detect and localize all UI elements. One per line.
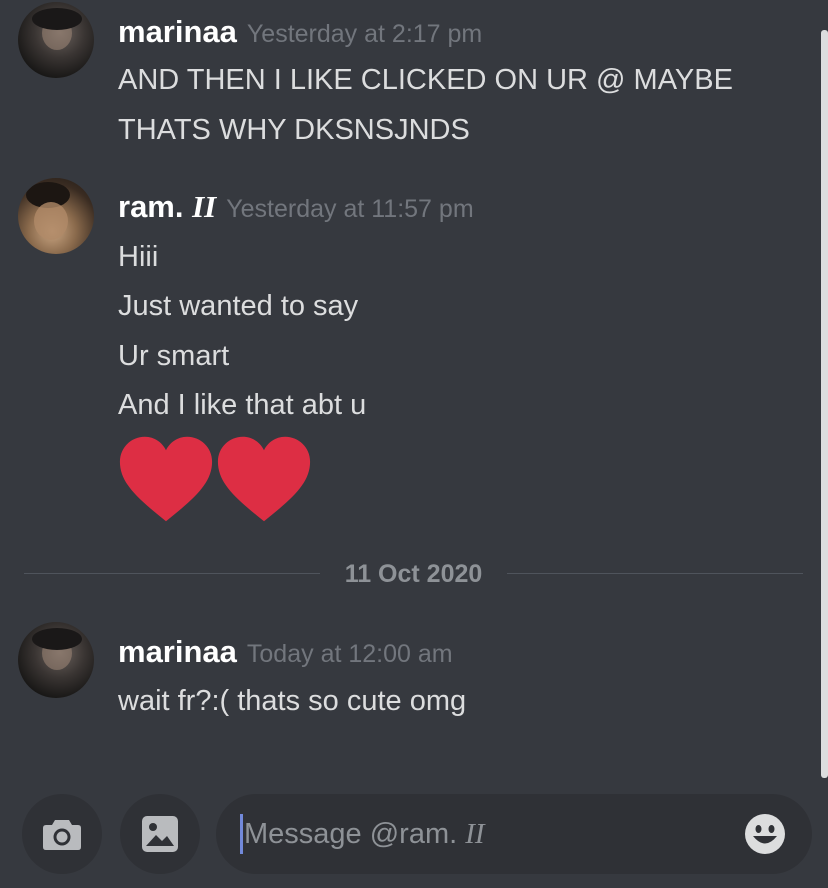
- message-timestamp: Yesterday at 2:17 pm: [246, 20, 483, 48]
- placeholder-text: Message @ram.: [244, 818, 466, 850]
- message-text: Ur smart: [118, 340, 230, 372]
- image-icon: [142, 816, 178, 852]
- image-button[interactable]: [120, 794, 200, 874]
- placeholder-tag: II: [465, 818, 485, 850]
- camera-button[interactable]: [22, 794, 102, 874]
- username-text: marinaa: [118, 14, 237, 49]
- message-placeholder: Message @ram. II: [244, 814, 485, 854]
- red-heart-emoji: [119, 436, 213, 522]
- message-input[interactable]: Message @ram. II: [216, 794, 812, 874]
- message-timestamp: Yesterday at 11:57 pm: [226, 195, 474, 223]
- username[interactable]: marinaa Today at 12:00 am: [118, 632, 453, 674]
- username-text: marinaa: [118, 634, 237, 669]
- dm-chat-window: marinaa Yesterday at 2:17 pm AND THEN I L…: [0, 0, 828, 888]
- message-text: Hiii: [118, 241, 159, 273]
- username-tag: II: [192, 189, 217, 224]
- username[interactable]: marinaa Yesterday at 2:17 pm: [118, 12, 482, 54]
- avatar[interactable]: [18, 622, 94, 698]
- camera-icon: [43, 820, 81, 850]
- red-heart-emoji: [217, 436, 311, 522]
- text-caret: [240, 814, 243, 854]
- message-text: And I like that abt u: [118, 389, 367, 421]
- avatar[interactable]: [18, 2, 94, 78]
- message-text: Just wanted to say: [118, 290, 359, 322]
- date-divider: 11 Oct 2020: [24, 555, 803, 593]
- avatar[interactable]: [18, 178, 94, 254]
- message-text: AND THEN I LIKE CLICKED ON UR @ MAYBE: [118, 64, 733, 96]
- divider-date: 11 Oct 2020: [344, 560, 483, 588]
- scrollbar[interactable]: [821, 30, 828, 778]
- username[interactable]: ram. II Yesterday at 11:57 pm: [118, 187, 474, 229]
- message-text: wait fr?:( thats so cute omg: [118, 685, 467, 717]
- message-text: THATS WHY DKSNSJNDS: [118, 114, 470, 146]
- emoji-row: [118, 434, 312, 524]
- message-composer: Message @ram. II: [0, 778, 828, 888]
- smiley-icon[interactable]: [744, 813, 786, 855]
- username-text: ram.: [118, 189, 193, 224]
- message-timestamp: Today at 12:00 am: [246, 640, 453, 668]
